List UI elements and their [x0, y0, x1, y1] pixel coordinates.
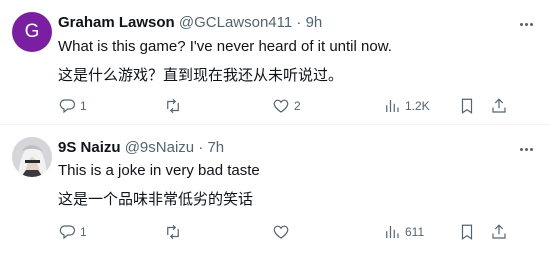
share-button[interactable]	[490, 222, 508, 242]
more-options-icon[interactable]	[516, 16, 536, 32]
like-button[interactable]: 2	[272, 96, 301, 116]
views-chart-icon	[386, 100, 399, 112]
views-count: 1.2K	[405, 99, 430, 113]
reply-icon	[59, 225, 76, 240]
separator: ·	[296, 14, 302, 31]
retweet-button[interactable]	[164, 222, 186, 242]
tweet-9s-naizu[interactable]: 9S Naizu @9sNaizu · 7h This is a joke in…	[0, 125, 550, 254]
timestamp[interactable]: 7h	[207, 139, 224, 156]
tweet-translation: 这是一个品味非常低劣的笑话	[58, 191, 254, 208]
retweet-button[interactable]	[164, 96, 186, 116]
tweet-graham-lawson[interactable]: G Graham Lawson @GCLawson411 · 9h What i…	[0, 0, 550, 124]
share-icon	[492, 224, 506, 239]
reply-icon	[59, 99, 76, 114]
bookmark-icon	[461, 98, 473, 114]
heart-icon	[273, 225, 289, 239]
avatar-image	[12, 137, 52, 177]
views-count: 611	[405, 225, 425, 239]
avatar[interactable]: G	[12, 12, 52, 52]
bookmark-button[interactable]	[458, 222, 476, 242]
separator: ·	[198, 139, 204, 156]
bookmark-icon	[461, 224, 473, 240]
reply-count: 1	[80, 99, 87, 113]
views-button[interactable]: 611	[383, 222, 424, 242]
views-button[interactable]: 1.2K	[383, 96, 430, 116]
share-button[interactable]	[490, 96, 508, 116]
tweet-text: This is a joke in very bad taste	[58, 162, 260, 179]
views-chart-icon	[386, 226, 399, 238]
retweet-icon	[167, 98, 179, 114]
tweet-actions: 1 2 1.2K	[58, 96, 528, 116]
tweet-header: 9S Naizu @9sNaizu · 7h	[58, 139, 224, 156]
avatar[interactable]	[12, 137, 52, 177]
handle[interactable]: @GCLawson411	[179, 14, 292, 31]
tweet-actions: 1 611	[58, 222, 528, 242]
timestamp[interactable]: 9h	[306, 14, 323, 31]
tweet-text: What is this game? I've never heard of i…	[58, 38, 392, 55]
like-button[interactable]	[272, 222, 294, 242]
heart-icon	[273, 99, 289, 113]
reply-button[interactable]: 1	[58, 222, 87, 242]
reply-button[interactable]: 1	[58, 96, 87, 116]
tweet-translation: 这是什么游戏？直到现在我还从未听说过。	[58, 67, 344, 84]
display-name[interactable]: 9S Naizu	[58, 139, 121, 156]
tweet-header: Graham Lawson @GCLawson411 · 9h	[58, 14, 322, 31]
handle[interactable]: @9sNaizu	[125, 139, 194, 156]
like-count: 2	[294, 99, 301, 113]
bookmark-button[interactable]	[458, 96, 476, 116]
share-icon	[492, 98, 506, 113]
more-options-icon[interactable]	[516, 141, 536, 157]
reply-count: 1	[80, 225, 87, 239]
display-name[interactable]: Graham Lawson	[58, 14, 175, 31]
retweet-icon	[167, 224, 179, 240]
